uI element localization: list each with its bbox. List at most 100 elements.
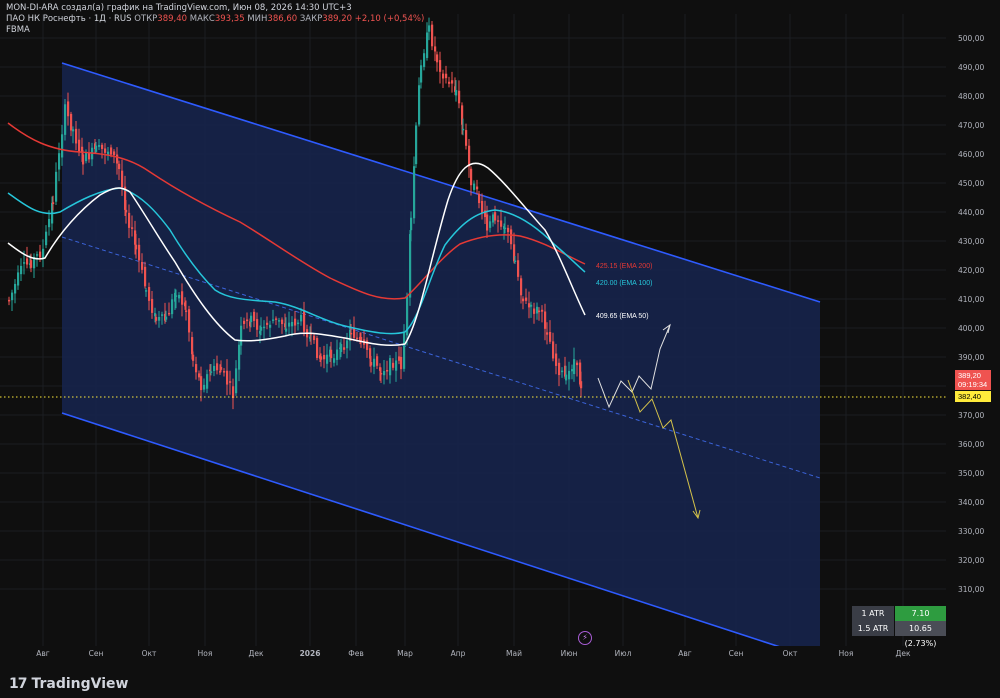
candle-body[interactable] bbox=[439, 60, 442, 72]
candle-body[interactable] bbox=[426, 32, 429, 58]
candle-body[interactable] bbox=[445, 73, 448, 79]
candle-body[interactable] bbox=[113, 151, 116, 156]
candle-body[interactable] bbox=[373, 358, 376, 367]
candle-body[interactable] bbox=[70, 113, 73, 131]
candle-body[interactable] bbox=[168, 312, 171, 315]
candle-body[interactable] bbox=[260, 327, 263, 331]
candle-body[interactable] bbox=[155, 317, 158, 321]
candle-body[interactable] bbox=[376, 356, 379, 366]
candle-body[interactable] bbox=[476, 186, 479, 190]
candle-body[interactable] bbox=[451, 80, 454, 84]
candle-body[interactable] bbox=[398, 356, 401, 361]
indicator-name[interactable]: FBMA bbox=[6, 25, 424, 36]
candle-body[interactable] bbox=[200, 376, 203, 391]
candle-body[interactable] bbox=[82, 154, 85, 165]
candle-body[interactable] bbox=[431, 24, 434, 47]
candle-body[interactable] bbox=[353, 328, 356, 338]
candle-body[interactable] bbox=[418, 85, 421, 125]
candle-body[interactable] bbox=[544, 311, 547, 329]
candle-body[interactable] bbox=[36, 254, 39, 256]
candle-body[interactable] bbox=[141, 262, 144, 270]
candle-body[interactable] bbox=[356, 337, 359, 340]
candle-body[interactable] bbox=[330, 349, 333, 359]
candle-body[interactable] bbox=[326, 354, 329, 364]
candle-body[interactable] bbox=[294, 318, 297, 326]
candle-body[interactable] bbox=[158, 317, 161, 321]
candle-body[interactable] bbox=[555, 353, 558, 366]
candle-body[interactable] bbox=[343, 347, 346, 350]
candle-body[interactable] bbox=[478, 193, 481, 204]
candle-body[interactable] bbox=[131, 227, 134, 229]
candle-body[interactable] bbox=[98, 145, 101, 147]
candle-body[interactable] bbox=[549, 331, 552, 342]
candle-body[interactable] bbox=[455, 90, 458, 96]
candle-body[interactable] bbox=[389, 358, 392, 376]
candle-body[interactable] bbox=[428, 25, 431, 32]
candle-body[interactable] bbox=[275, 318, 278, 320]
candle-body[interactable] bbox=[17, 272, 20, 286]
candle-body[interactable] bbox=[468, 145, 471, 167]
candle-body[interactable] bbox=[178, 294, 181, 299]
candle-body[interactable] bbox=[442, 73, 445, 79]
candle-body[interactable] bbox=[72, 129, 75, 132]
candle-body[interactable] bbox=[185, 310, 188, 312]
candle-body[interactable] bbox=[316, 338, 319, 358]
candle-body[interactable] bbox=[458, 90, 461, 104]
candle-body[interactable] bbox=[138, 244, 141, 261]
candle-body[interactable] bbox=[303, 310, 306, 332]
candle-body[interactable] bbox=[552, 341, 555, 359]
candle-body[interactable] bbox=[360, 336, 363, 342]
candle-body[interactable] bbox=[370, 362, 373, 366]
candle-body[interactable] bbox=[520, 278, 523, 296]
candle-body[interactable] bbox=[253, 311, 256, 321]
candle-body[interactable] bbox=[497, 220, 500, 222]
candle-body[interactable] bbox=[580, 381, 583, 389]
candle-body[interactable] bbox=[45, 231, 48, 246]
candle-body[interactable] bbox=[243, 320, 246, 324]
candle-body[interactable] bbox=[95, 145, 98, 152]
candle-body[interactable] bbox=[75, 128, 78, 144]
candle-body[interactable] bbox=[536, 306, 539, 314]
candle-body[interactable] bbox=[206, 374, 209, 389]
candle-body[interactable] bbox=[494, 212, 497, 221]
candle-body[interactable] bbox=[576, 362, 579, 366]
candle-body[interactable] bbox=[116, 154, 119, 164]
candle-body[interactable] bbox=[232, 386, 235, 399]
candle-body[interactable] bbox=[507, 227, 510, 233]
candle-body[interactable] bbox=[409, 234, 412, 298]
candle-body[interactable] bbox=[256, 319, 259, 330]
time-axis[interactable]: Авг Сен Окт Ноя Дек 2026 Фев Мар Апр Май Июн Июл Авг… bbox=[36, 649, 911, 658]
candle-body[interactable] bbox=[413, 166, 416, 219]
candle-body[interactable] bbox=[188, 309, 191, 333]
candle-body[interactable] bbox=[269, 324, 272, 328]
candle-body[interactable] bbox=[395, 360, 398, 371]
price-chart[interactable]: 425.15 (EMA 200) 420.00 (EMA 100) 409.65… bbox=[0, 0, 1000, 698]
candle-body[interactable] bbox=[400, 356, 403, 370]
candle-body[interactable] bbox=[67, 101, 70, 117]
candle-body[interactable] bbox=[500, 220, 503, 227]
candle-body[interactable] bbox=[175, 295, 178, 297]
candle-body[interactable] bbox=[281, 319, 284, 325]
candle-body[interactable] bbox=[26, 258, 29, 265]
candle-body[interactable] bbox=[181, 291, 184, 305]
candle-body[interactable] bbox=[125, 209, 128, 213]
candle-body[interactable] bbox=[203, 384, 206, 390]
candle-body[interactable] bbox=[300, 315, 303, 322]
candle-body[interactable] bbox=[533, 308, 536, 314]
candle-body[interactable] bbox=[128, 212, 131, 228]
candle-body[interactable] bbox=[565, 374, 568, 381]
candle-body[interactable] bbox=[263, 326, 266, 329]
candle-body[interactable] bbox=[546, 332, 549, 335]
candle-body[interactable] bbox=[489, 221, 492, 228]
candle-body[interactable] bbox=[336, 349, 339, 360]
candle-body[interactable] bbox=[436, 54, 439, 63]
candle-body[interactable] bbox=[465, 130, 468, 146]
candle-body[interactable] bbox=[448, 81, 451, 84]
candle-body[interactable] bbox=[510, 229, 513, 245]
candle-body[interactable] bbox=[561, 370, 564, 373]
candle-body[interactable] bbox=[8, 299, 11, 302]
candle-body[interactable] bbox=[333, 358, 336, 363]
lightning-icon[interactable]: ⚡ bbox=[578, 631, 592, 645]
candle-body[interactable] bbox=[246, 319, 249, 322]
candle-body[interactable] bbox=[278, 320, 281, 322]
